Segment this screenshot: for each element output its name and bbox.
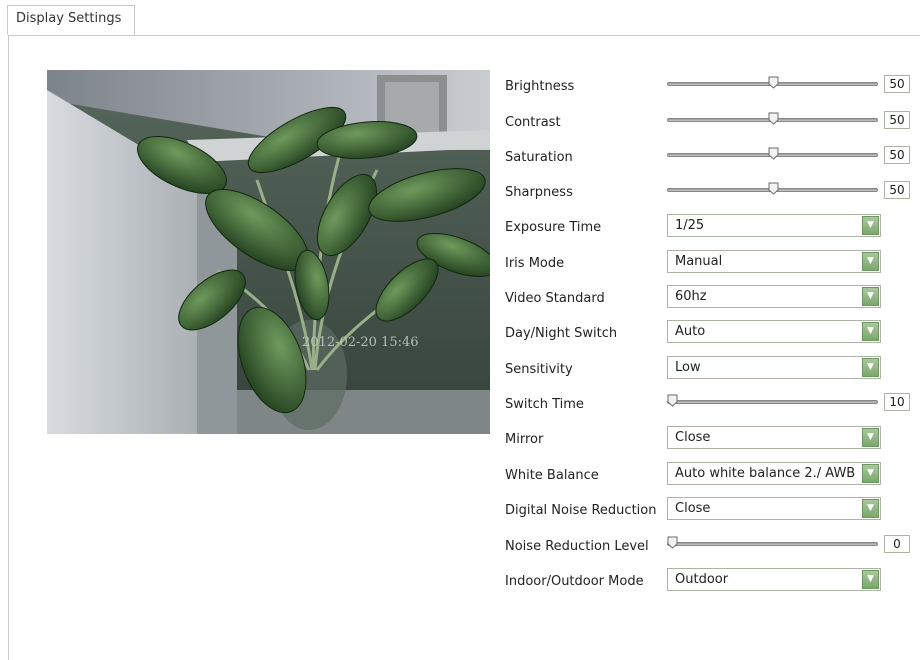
sensitivity-label: Sensitivity xyxy=(505,362,573,377)
slider-thumb-icon[interactable] xyxy=(667,394,678,407)
sensitivity-value: Low xyxy=(675,360,701,375)
day-night-switch-label: Day/Night Switch xyxy=(505,326,618,341)
exposure-time-value: 1/25 xyxy=(675,218,705,233)
switch-time-label: Switch Time xyxy=(505,397,584,412)
noise-reduction-level-value[interactable]: 0 xyxy=(884,535,910,553)
chevron-down-icon[interactable]: ▼ xyxy=(862,322,879,341)
switch-time-value[interactable]: 10 xyxy=(884,393,910,411)
contrast-row: Contrast 50 xyxy=(505,106,915,136)
digital-noise-reduction-label: Digital Noise Reduction xyxy=(505,503,657,518)
white-balance-label: White Balance xyxy=(505,468,599,483)
slider-track xyxy=(667,400,878,404)
day-night-switch-value: Auto xyxy=(675,324,706,339)
sharpness-value[interactable]: 50 xyxy=(884,181,910,199)
slider-thumb-icon[interactable] xyxy=(768,182,779,195)
saturation-row: Saturation 50 xyxy=(505,141,915,171)
chevron-down-icon[interactable]: ▼ xyxy=(862,252,879,271)
switch-time-slider[interactable] xyxy=(667,394,878,407)
osd-timestamp: 2012-02-20 15:46 xyxy=(302,335,419,350)
indoor-outdoor-mode-select[interactable]: Outdoor ▼ xyxy=(667,568,881,591)
slider-thumb-icon[interactable] xyxy=(768,147,779,160)
sensitivity-row: Sensitivity Low ▼ xyxy=(505,353,915,383)
noise-reduction-level-label: Noise Reduction Level xyxy=(505,539,649,554)
mirror-select[interactable]: Close ▼ xyxy=(667,426,881,449)
noise-reduction-level-row: Noise Reduction Level 0 xyxy=(505,530,915,560)
brightness-row: Brightness 50 xyxy=(505,70,915,100)
iris-mode-select[interactable]: Manual ▼ xyxy=(667,250,881,273)
exposure-time-label: Exposure Time xyxy=(505,220,602,235)
noise-reduction-level-slider[interactable] xyxy=(667,536,878,549)
slider-thumb-icon[interactable] xyxy=(768,112,779,125)
video-standard-select[interactable]: 60hz ▼ xyxy=(667,285,881,308)
chevron-down-icon[interactable]: ▼ xyxy=(862,216,879,235)
chevron-down-icon[interactable]: ▼ xyxy=(862,287,879,306)
saturation-slider[interactable] xyxy=(667,147,878,160)
white-balance-select[interactable]: Auto white balance 2./ AWB ▼ xyxy=(667,462,881,485)
mirror-row: Mirror Close ▼ xyxy=(505,423,915,453)
contrast-label: Contrast xyxy=(505,115,561,130)
chevron-down-icon[interactable]: ▼ xyxy=(862,570,879,589)
white-balance-value: Auto white balance 2./ AWB xyxy=(675,466,856,481)
indoor-outdoor-mode-row: Indoor/Outdoor Mode Outdoor ▼ xyxy=(505,565,915,595)
sharpness-row: Sharpness 50 xyxy=(505,176,915,206)
contrast-slider[interactable] xyxy=(667,112,878,125)
digital-noise-reduction-value: Close xyxy=(675,501,711,516)
saturation-label: Saturation xyxy=(505,150,573,165)
video-standard-label: Video Standard xyxy=(505,291,605,306)
indoor-outdoor-mode-value: Outdoor xyxy=(675,572,729,587)
slider-thumb-icon[interactable] xyxy=(667,536,678,549)
video-standard-row: Video Standard 60hz ▼ xyxy=(505,282,915,312)
slider-thumb-icon[interactable] xyxy=(768,76,779,89)
mirror-value: Close xyxy=(675,430,711,445)
video-standard-value: 60hz xyxy=(675,289,707,304)
indoor-outdoor-mode-label: Indoor/Outdoor Mode xyxy=(505,574,644,589)
video-preview: 2012-02-20 15:46 xyxy=(47,70,490,434)
white-balance-row: White Balance Auto white balance 2./ AWB… xyxy=(505,459,915,489)
saturation-value[interactable]: 50 xyxy=(884,146,910,164)
exposure-time-row: Exposure Time 1/25 ▼ xyxy=(505,211,915,241)
iris-mode-label: Iris Mode xyxy=(505,256,565,271)
sharpness-slider[interactable] xyxy=(667,182,878,195)
chevron-down-icon[interactable]: ▼ xyxy=(862,358,879,377)
digital-noise-reduction-select[interactable]: Close ▼ xyxy=(667,497,881,520)
digital-noise-reduction-row: Digital Noise Reduction Close ▼ xyxy=(505,494,915,524)
iris-mode-value: Manual xyxy=(675,254,723,269)
sharpness-label: Sharpness xyxy=(505,185,573,200)
contrast-value[interactable]: 50 xyxy=(884,111,910,129)
exposure-time-select[interactable]: 1/25 ▼ xyxy=(667,214,881,237)
brightness-value[interactable]: 50 xyxy=(884,75,910,93)
panel-frame xyxy=(8,36,9,660)
brightness-label: Brightness xyxy=(505,79,575,94)
day-night-switch-select[interactable]: Auto ▼ xyxy=(667,320,881,343)
brightness-slider[interactable] xyxy=(667,76,878,89)
switch-time-row: Switch Time 10 xyxy=(505,388,915,418)
tab-display-settings[interactable]: Display Settings xyxy=(7,5,135,35)
slider-track xyxy=(667,542,878,546)
tab-divider xyxy=(8,35,920,36)
chevron-down-icon[interactable]: ▼ xyxy=(862,428,879,447)
day-night-switch-row: Day/Night Switch Auto ▼ xyxy=(505,317,915,347)
iris-mode-row: Iris Mode Manual ▼ xyxy=(505,247,915,277)
chevron-down-icon[interactable]: ▼ xyxy=(862,499,879,518)
chevron-down-icon[interactable]: ▼ xyxy=(862,464,879,483)
mirror-label: Mirror xyxy=(505,432,544,447)
sensitivity-select[interactable]: Low ▼ xyxy=(667,356,881,379)
